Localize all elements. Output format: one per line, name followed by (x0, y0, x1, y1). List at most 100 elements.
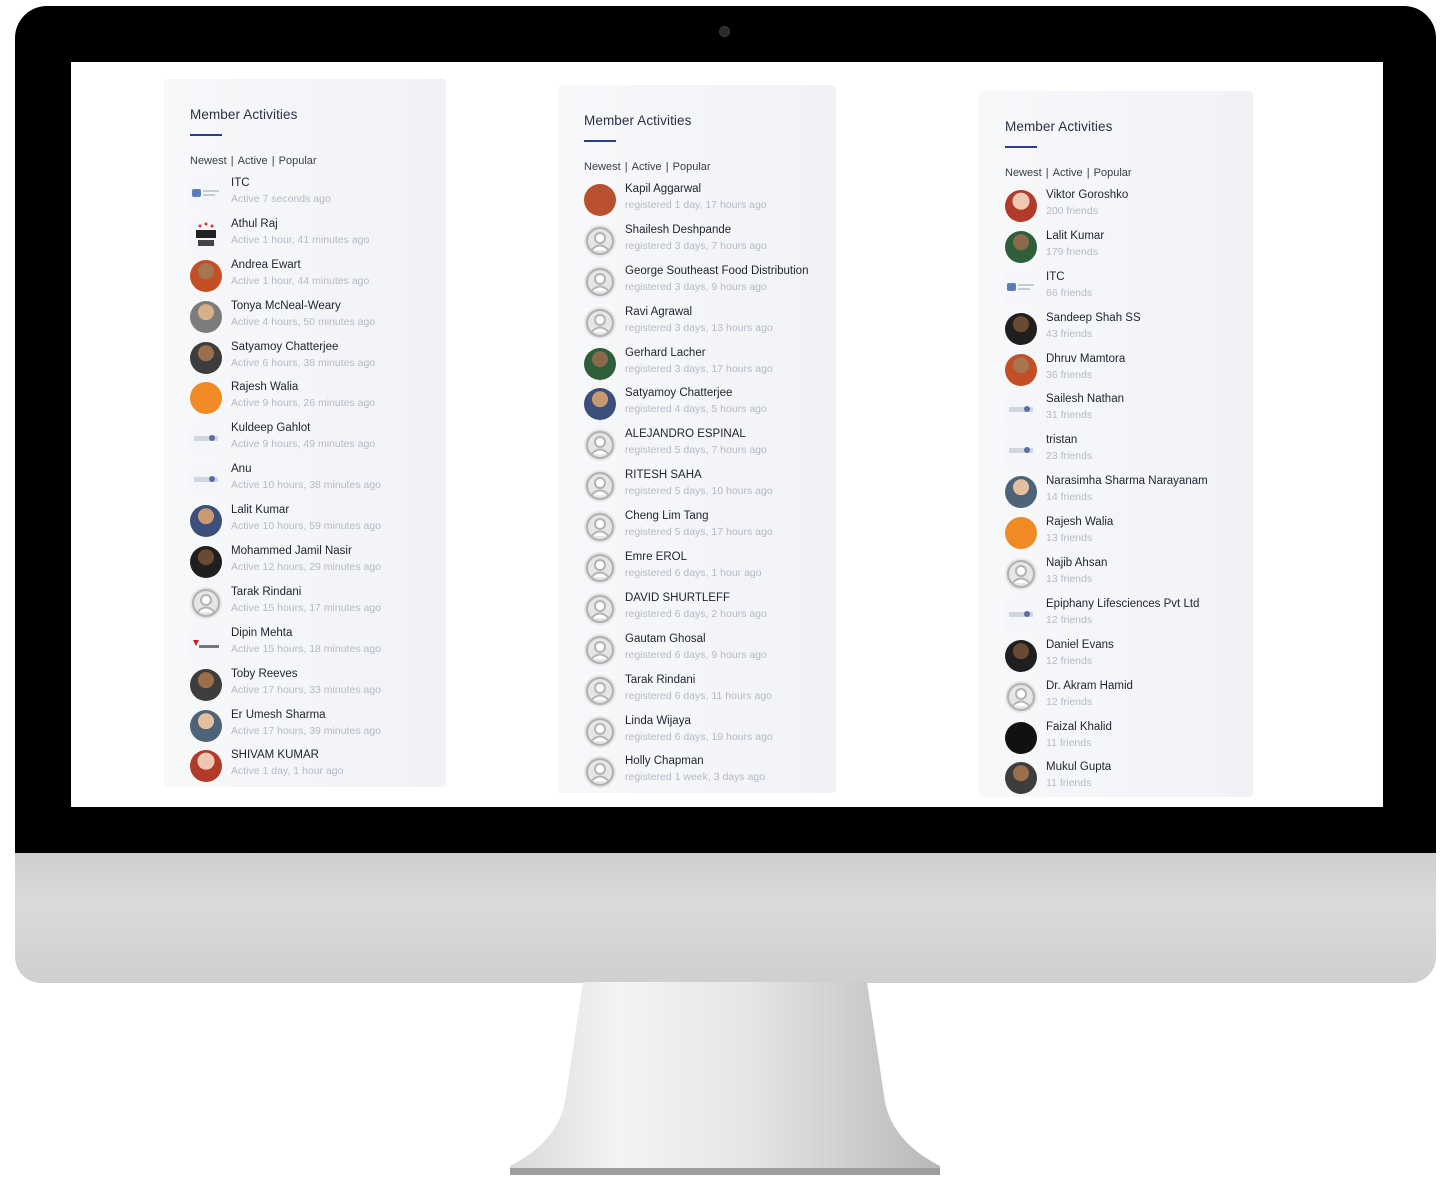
avatar-logo[interactable] (584, 184, 616, 216)
member-name-link[interactable]: Holly Chapman (625, 755, 704, 767)
member-name-link[interactable]: ITC (231, 177, 250, 189)
avatar[interactable] (1005, 762, 1037, 795)
member-name-link[interactable]: Faizal Khalid (1046, 721, 1112, 733)
member-name-link[interactable]: RITESH SAHA (625, 469, 702, 481)
avatar-logo[interactable] (190, 464, 222, 497)
member-name-link[interactable]: ALEJANDRO ESPINAL (625, 428, 746, 440)
default-avatar-icon[interactable] (584, 552, 616, 585)
member-name-link[interactable]: Lalit Kumar (231, 504, 289, 516)
member-name-link[interactable]: Ravi Agrawal (625, 306, 692, 318)
avatar-logo[interactable] (190, 627, 222, 660)
avatar-logo[interactable] (190, 178, 222, 210)
member-name-link[interactable]: Dr. Akram Hamid (1046, 680, 1133, 692)
avatar-logo[interactable] (190, 382, 222, 415)
member-name-link[interactable]: Anu (231, 463, 251, 475)
member-activities-widget-popular: Member Activities Newest | Active | Popu… (979, 91, 1253, 797)
avatar[interactable] (584, 388, 616, 421)
member-name-link[interactable]: Linda Wijaya (625, 715, 691, 727)
default-avatar-icon[interactable] (584, 592, 616, 625)
default-avatar-icon[interactable] (1005, 558, 1037, 591)
avatar[interactable] (1005, 476, 1037, 509)
member-name-link[interactable]: Narasimha Sharma Narayanam (1046, 475, 1208, 487)
default-avatar-icon[interactable] (190, 586, 222, 619)
avatar-logo[interactable] (1005, 721, 1037, 754)
member-name-link[interactable]: Lalit Kumar (1046, 230, 1104, 242)
member-name-link[interactable]: Daniel Evans (1046, 639, 1114, 651)
member-name-link[interactable]: ITC (1046, 271, 1065, 283)
default-avatar-icon[interactable] (584, 674, 616, 707)
avatar[interactable] (190, 709, 222, 742)
member-name-link[interactable]: Toby Reeves (231, 668, 297, 680)
default-avatar-icon[interactable] (584, 756, 616, 789)
avatar[interactable] (190, 259, 222, 292)
avatar[interactable] (190, 300, 222, 333)
filter-newest[interactable]: Newest (1005, 167, 1042, 179)
member-name-link[interactable]: Satyamoy Chatterjee (231, 341, 338, 353)
avatar[interactable] (190, 546, 222, 579)
default-avatar-icon[interactable] (584, 470, 616, 503)
member-name-link[interactable]: Rajesh Walia (231, 381, 298, 393)
avatar[interactable] (190, 505, 222, 538)
member-name-link[interactable]: Epiphany Lifesciences Pvt Ltd (1046, 598, 1199, 610)
default-avatar-icon[interactable] (584, 224, 616, 257)
default-avatar-icon[interactable] (584, 633, 616, 666)
member-name-link[interactable]: Athul Raj (231, 218, 278, 230)
member-name-link[interactable]: Er Umesh Sharma (231, 709, 326, 721)
avatar-logo[interactable] (190, 423, 222, 456)
member-name-link[interactable]: Dipin Mehta (231, 627, 292, 639)
avatar[interactable] (584, 347, 616, 380)
member-name-link[interactable]: Gerhard Lacher (625, 347, 706, 359)
default-avatar-icon[interactable] (584, 306, 616, 339)
member-name-link[interactable]: Dhruv Mamtora (1046, 353, 1125, 365)
default-avatar-icon[interactable] (584, 429, 616, 462)
avatar[interactable] (1005, 353, 1037, 386)
member-name-link[interactable]: Sailesh Nathan (1046, 393, 1124, 405)
avatar[interactable] (190, 341, 222, 374)
filter-active[interactable]: Active (632, 161, 662, 173)
filter-popular[interactable]: Popular (673, 161, 711, 173)
member-name-link[interactable]: Andrea Ewart (231, 259, 301, 271)
default-avatar-icon[interactable] (584, 511, 616, 544)
member-name-link[interactable]: DAVID SHURTLEFF (625, 592, 730, 604)
member-name-link[interactable]: Mohammed Jamil Nasir (231, 545, 352, 557)
default-avatar-icon[interactable] (584, 265, 616, 298)
avatar-logo[interactable] (1005, 394, 1037, 427)
member-name-link[interactable]: Najib Ahsan (1046, 557, 1107, 569)
avatar-logo[interactable] (190, 218, 222, 251)
filter-active[interactable]: Active (238, 155, 268, 167)
filter-active[interactable]: Active (1053, 167, 1083, 179)
member-name-link[interactable]: Rajesh Walia (1046, 516, 1113, 528)
member-name-link[interactable]: tristan (1046, 434, 1077, 446)
avatar[interactable] (1005, 639, 1037, 672)
avatar-logo[interactable] (1005, 517, 1037, 550)
member-name-link[interactable]: Tonya McNeal-Weary (231, 300, 341, 312)
member-name-link[interactable]: Tarak Rindani (625, 674, 695, 686)
member-name-link[interactable]: Kapil Aggarwal (625, 183, 701, 195)
member-name-link[interactable]: Tarak Rindani (231, 586, 301, 598)
avatar[interactable] (1005, 312, 1037, 345)
avatar[interactable] (190, 750, 222, 783)
member-name-link[interactable]: Emre EROL (625, 551, 687, 563)
member-name-link[interactable]: Kuldeep Gahlot (231, 422, 310, 434)
member-name-link[interactable]: George Southeast Food Distribution (625, 265, 808, 277)
default-avatar-icon[interactable] (584, 715, 616, 748)
member-name-link[interactable]: Mukul Gupta (1046, 761, 1111, 773)
member-name-link[interactable]: Sandeep Shah SS (1046, 312, 1141, 324)
member-name-link[interactable]: Shailesh Deshpande (625, 224, 731, 236)
avatar[interactable] (1005, 190, 1037, 222)
member-name-link[interactable]: Satyamoy Chatterjee (625, 387, 732, 399)
avatar-logo[interactable] (1005, 598, 1037, 631)
member-name-link[interactable]: SHIVAM KUMAR (231, 749, 319, 761)
filter-popular[interactable]: Popular (279, 155, 317, 167)
member-name-link[interactable]: Gautam Ghosal (625, 633, 706, 645)
avatar-logo[interactable] (1005, 271, 1037, 304)
avatar[interactable] (1005, 230, 1037, 263)
filter-newest[interactable]: Newest (584, 161, 621, 173)
member-name-link[interactable]: Cheng Lim Tang (625, 510, 709, 522)
avatar[interactable] (190, 668, 222, 701)
filter-popular[interactable]: Popular (1094, 167, 1132, 179)
avatar-logo[interactable] (1005, 435, 1037, 468)
filter-newest[interactable]: Newest (190, 155, 227, 167)
default-avatar-icon[interactable] (1005, 680, 1037, 713)
member-name-link[interactable]: Viktor Goroshko (1046, 189, 1128, 201)
